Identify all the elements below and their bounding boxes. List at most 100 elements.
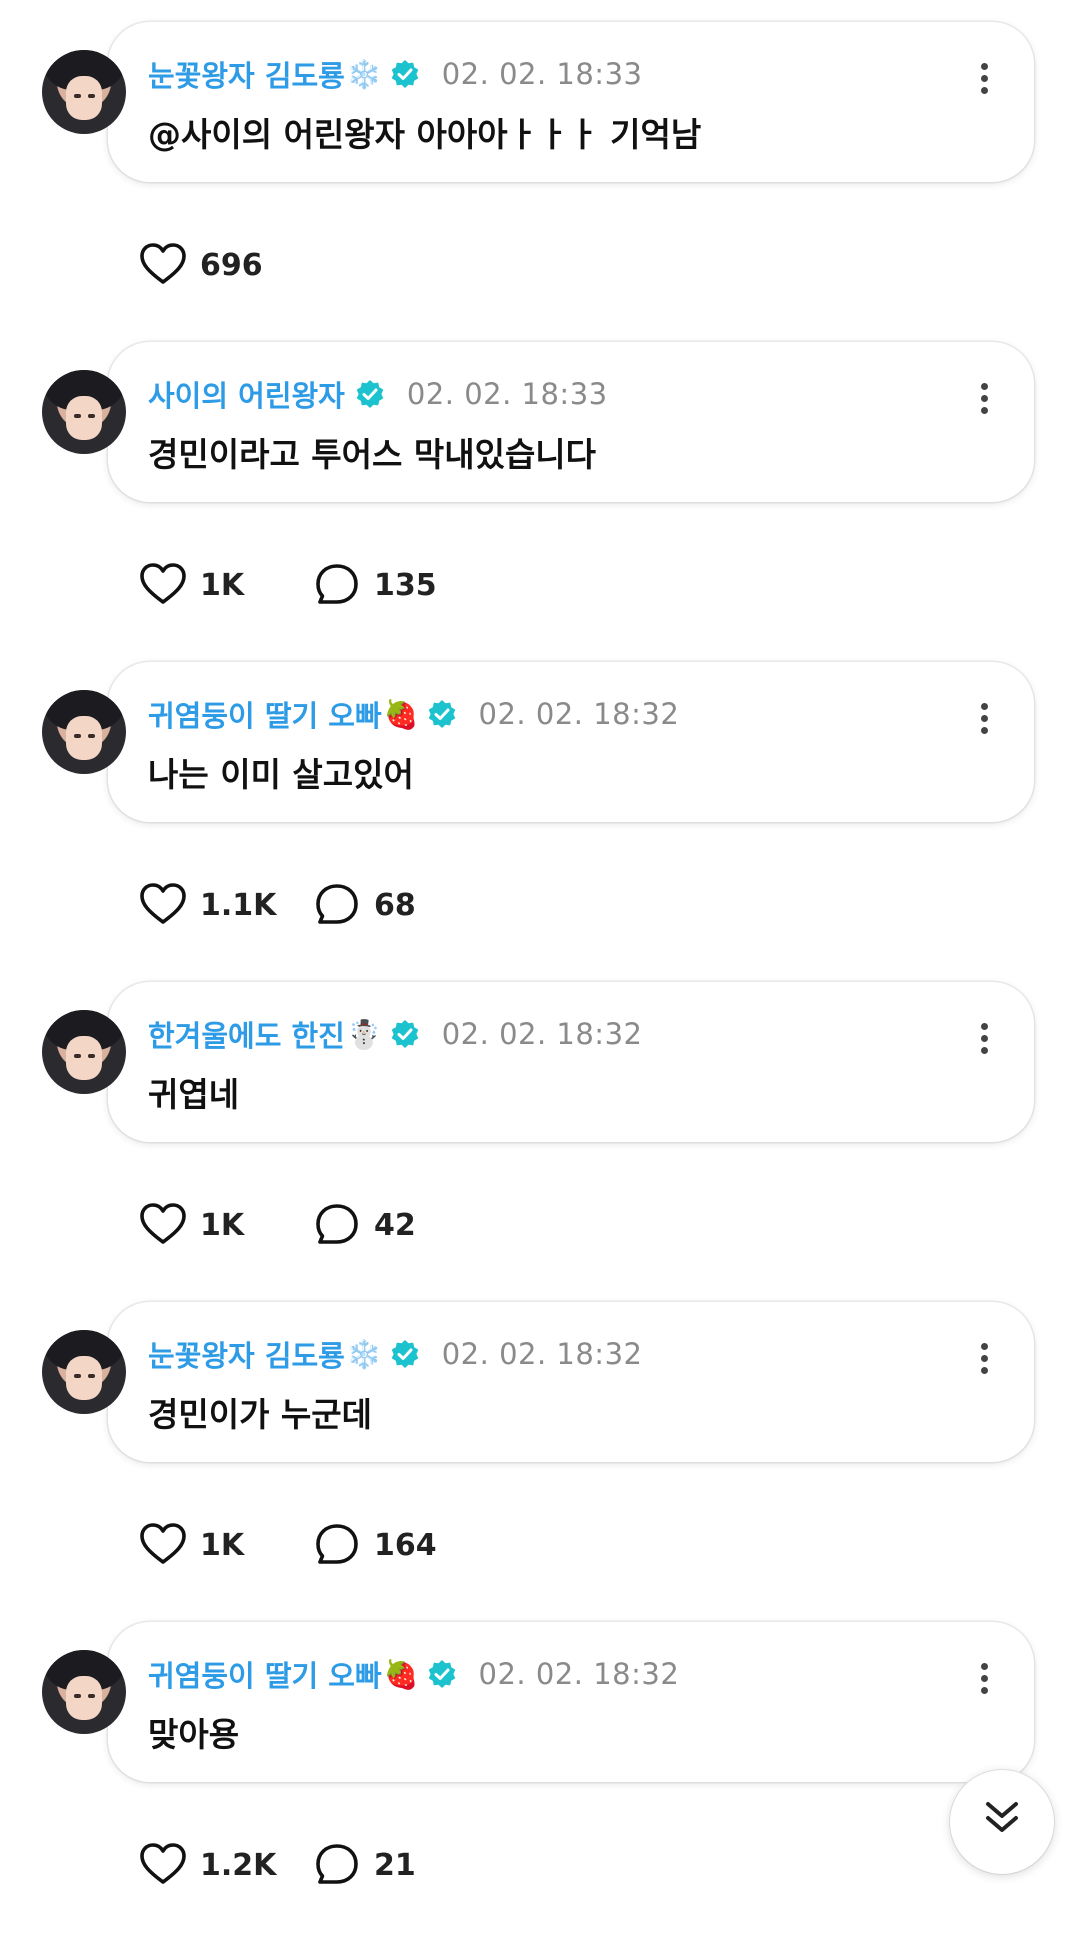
timestamp: 02. 02. 18:33 — [441, 57, 643, 91]
comment-text: 맞아용 — [148, 1715, 240, 1754]
reply-button[interactable]: 135 — [312, 560, 437, 610]
like-count: 1K — [200, 567, 245, 603]
like-count: 1K — [200, 1527, 245, 1563]
timestamp: 02. 02. 18:32 — [478, 697, 680, 731]
heart-icon — [140, 1523, 186, 1564]
reply-count: 164 — [374, 1527, 437, 1563]
speech-bubble-icon — [316, 1524, 358, 1564]
comment-header: 귀염둥이 딸기 오빠 🍓 02. 02. 18:32 — [148, 1652, 679, 1696]
comment-actions: 1.2K 21 — [138, 1840, 416, 1890]
timestamp: 02. 02. 18:32 — [478, 1657, 680, 1691]
verified-badge-icon — [391, 1340, 419, 1368]
comment-item: 귀염둥이 딸기 오빠 🍓 02. 02. 18:32 맞아용 1.2K 21 — [0, 1622, 1080, 1936]
heart-icon — [140, 243, 186, 284]
timestamp: 02. 02. 18:32 — [441, 1337, 643, 1371]
author-name[interactable]: 귀염둥이 딸기 오빠 — [148, 693, 382, 735]
comment-bubble: 눈꽃왕자 김도룡 ❄️ 02. 02. 18:32 경민이가 누군데 — [108, 1302, 1034, 1462]
comment-header: 귀염둥이 딸기 오빠 🍓 02. 02. 18:32 — [148, 692, 679, 736]
comment-item: 눈꽃왕자 김도룡 ❄️ 02. 02. 18:32 경민이가 누군데 1K 16… — [0, 1302, 1080, 1616]
heart-icon — [140, 883, 186, 924]
comment-actions: 1.1K 68 — [138, 880, 416, 930]
reply-count: 135 — [374, 567, 437, 603]
comment-actions: 1K 135 — [138, 560, 437, 610]
scroll-down-button[interactable] — [950, 1770, 1054, 1874]
more-vertical-icon[interactable] — [972, 58, 996, 102]
verified-badge-icon — [428, 700, 455, 728]
comment-bubble: 사이의 어린왕자 02. 02. 18:33 경민이라고 투어스 막내있습니다 — [108, 342, 1034, 502]
more-vertical-icon[interactable] — [972, 1658, 996, 1702]
reply-button[interactable]: 164 — [312, 1520, 437, 1570]
author-name[interactable]: 한겨울에도 한진 — [148, 1013, 345, 1055]
comment-bubble: 한겨울에도 한진 ☃️ 02. 02. 18:32 귀엽네 — [108, 982, 1034, 1142]
name-emoji: ☃️ — [346, 1017, 382, 1051]
author-name[interactable]: 눈꽃왕자 김도룡 — [148, 53, 345, 95]
comment-actions: 1K 42 — [138, 1200, 416, 1250]
verified-badge-icon — [428, 1660, 455, 1688]
comment-item: 사이의 어린왕자 02. 02. 18:33 경민이라고 투어스 막내있습니다 … — [0, 342, 1080, 656]
speech-bubble-icon — [316, 564, 358, 604]
like-button[interactable]: 1K — [138, 560, 286, 610]
reply-count: 21 — [374, 1847, 416, 1883]
verified-badge-icon — [356, 380, 384, 408]
timestamp: 02. 02. 18:33 — [406, 377, 608, 411]
heart-icon — [140, 563, 186, 604]
author-name[interactable]: 귀염둥이 딸기 오빠 — [148, 1653, 382, 1695]
like-button[interactable]: 1.1K — [138, 880, 286, 930]
more-vertical-icon[interactable] — [972, 1018, 996, 1062]
comment-actions: 696 — [138, 240, 286, 290]
verified-badge-icon — [391, 60, 419, 88]
name-emoji: ❄️ — [346, 1337, 382, 1371]
reply-button[interactable]: 21 — [312, 1840, 416, 1890]
comment-header: 사이의 어린왕자 02. 02. 18:33 — [148, 372, 608, 416]
speech-bubble-icon — [316, 1204, 358, 1244]
comment-text: 경민이가 누군데 — [148, 1395, 373, 1434]
comment-text: 경민이라고 투어스 막내있습니다 — [148, 435, 597, 474]
name-emoji: 🍓 — [383, 697, 419, 731]
comment-item: 귀염둥이 딸기 오빠 🍓 02. 02. 18:32 나는 이미 살고있어 1.… — [0, 662, 1080, 976]
comment-header: 눈꽃왕자 김도룡 ❄️ 02. 02. 18:33 — [148, 52, 642, 96]
comment-header: 한겨울에도 한진 ☃️ 02. 02. 18:32 — [148, 1012, 642, 1056]
more-vertical-icon[interactable] — [972, 378, 996, 422]
comment-actions: 1K 164 — [138, 1520, 437, 1570]
speech-bubble-icon — [316, 884, 358, 924]
like-button[interactable]: 1K — [138, 1200, 286, 1250]
avatar[interactable] — [42, 50, 126, 134]
reply-button[interactable]: 68 — [312, 880, 416, 930]
verified-badge-icon — [391, 1020, 419, 1048]
comment-bubble: 눈꽃왕자 김도룡 ❄️ 02. 02. 18:33 @사이의 어린왕자 아아아ㅏ… — [108, 22, 1034, 182]
more-vertical-icon[interactable] — [972, 1338, 996, 1382]
comment-header: 눈꽃왕자 김도룡 ❄️ 02. 02. 18:32 — [148, 1332, 642, 1376]
comment-text: 나는 이미 살고있어 — [148, 755, 414, 794]
reply-count: 68 — [374, 887, 416, 923]
timestamp: 02. 02. 18:32 — [441, 1017, 643, 1051]
avatar[interactable] — [42, 1650, 126, 1734]
speech-bubble-icon — [316, 1844, 358, 1884]
heart-icon — [140, 1203, 186, 1244]
avatar[interactable] — [42, 1330, 126, 1414]
comment-text: @사이의 어린왕자 아아아ㅏㅏㅏ 기억남 — [148, 115, 702, 154]
reply-button[interactable]: 42 — [312, 1200, 416, 1250]
author-name[interactable]: 사이의 어린왕자 — [148, 373, 345, 415]
comment-bubble: 귀염둥이 딸기 오빠 🍓 02. 02. 18:32 맞아용 — [108, 1622, 1034, 1782]
comment-item: 한겨울에도 한진 ☃️ 02. 02. 18:32 귀엽네 1K 42 — [0, 982, 1080, 1296]
like-count: 1.1K — [200, 887, 277, 923]
comment-item: 눈꽃왕자 김도룡 ❄️ 02. 02. 18:33 @사이의 어린왕자 아아아ㅏ… — [0, 22, 1080, 336]
like-count: 1K — [200, 1207, 245, 1243]
avatar[interactable] — [42, 690, 126, 774]
heart-icon — [140, 1843, 186, 1884]
name-emoji: 🍓 — [383, 1657, 419, 1691]
like-count: 1.2K — [200, 1847, 277, 1883]
avatar[interactable] — [42, 370, 126, 454]
author-name[interactable]: 눈꽃왕자 김도룡 — [148, 1333, 345, 1375]
more-vertical-icon[interactable] — [972, 698, 996, 742]
like-count: 696 — [200, 247, 263, 283]
reply-count: 42 — [374, 1207, 416, 1243]
like-button[interactable]: 1.2K — [138, 1840, 286, 1890]
like-button[interactable]: 696 — [138, 240, 286, 290]
chevron-double-down-icon — [986, 1802, 1018, 1832]
name-emoji: ❄️ — [346, 57, 382, 91]
avatar[interactable] — [42, 1010, 126, 1094]
comment-text: 귀엽네 — [148, 1075, 240, 1114]
comment-bubble: 귀염둥이 딸기 오빠 🍓 02. 02. 18:32 나는 이미 살고있어 — [108, 662, 1034, 822]
like-button[interactable]: 1K — [138, 1520, 286, 1570]
